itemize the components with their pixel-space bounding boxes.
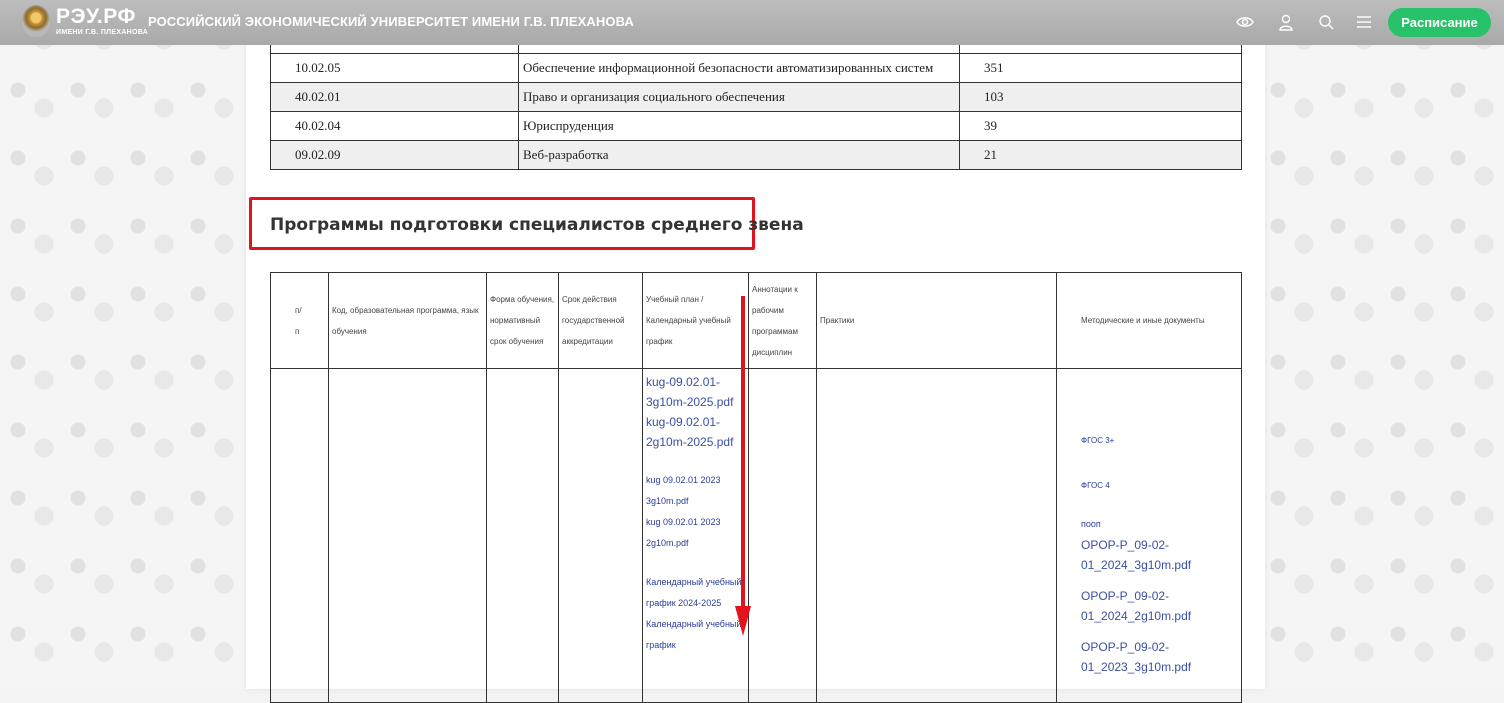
opop-link[interactable]: OPOP-P_09-02-01_2023_3g10m.pdf <box>1081 637 1199 677</box>
fgos-link[interactable]: ФГОС 3+ <box>1081 430 1231 451</box>
opop-link[interactable]: OPOP-P_09-02-01_2024_2g10m.pdf <box>1081 586 1199 626</box>
program-count: 103 <box>959 82 1242 112</box>
program-code: 10.02.05 <box>270 53 519 83</box>
section-title: Программы подготовки специалистов средне… <box>270 215 804 235</box>
program-count: 21 <box>959 140 1242 170</box>
menu-icon[interactable] <box>1355 13 1373 31</box>
program-name: Обеспечение информационной безопасности … <box>518 53 960 83</box>
plan-link[interactable]: kug 09.02.01 2023 2g10m.pdf <box>646 512 745 554</box>
header-program: Код, образовательная программа, язык обу… <box>328 272 487 369</box>
plan-link[interactable]: kug 09.02.01 2023 3g10m.pdf <box>646 470 745 512</box>
table-row: 09.02.09 Веб-разработка 21 <box>270 140 1242 170</box>
header-methodical: Методические и иные документы <box>1056 272 1242 369</box>
header-annotations: Аннотации к рабочим программам дисциплин <box>748 272 817 369</box>
table-cell <box>748 368 817 703</box>
table-header-row: п/ п Код, образовательная программа, язы… <box>270 272 1242 369</box>
header-num: п/ п <box>270 272 329 369</box>
header-practice: Практики <box>816 272 1057 369</box>
table-cell <box>558 368 643 703</box>
university-emblem-icon[interactable] <box>22 5 50 37</box>
table-row: 40.02.04 Юриспруденция 39 <box>270 111 1242 141</box>
schedule-button[interactable]: Расписание <box>1388 8 1491 37</box>
logo-subtitle: ИМЕНИ Г.В. ПЛЕХАНОВА <box>56 29 149 36</box>
table-cell <box>486 368 559 703</box>
scroll-arrow-annotation <box>735 296 751 636</box>
search-icon[interactable] <box>1317 13 1335 31</box>
header-num-a: п/ <box>295 305 302 315</box>
plan-cell: kug-09.02.01-3g10m-2025.pdf kug-09.02.01… <box>642 368 749 703</box>
header-num-b: п <box>295 326 300 336</box>
program-code: 40.02.01 <box>270 82 519 112</box>
site-header: РЭУ.РФ ИМЕНИ Г.В. ПЛЕХАНОВА РОССИЙСКИЙ Э… <box>0 0 1504 45</box>
table-cell <box>328 368 487 703</box>
program-count: 351 <box>959 53 1242 83</box>
calendar-link[interactable]: Календарный учебный график 2024-2025 <box>646 572 745 614</box>
program-name: Юриспруденция <box>518 111 960 141</box>
program-count: 39 <box>959 111 1242 141</box>
fgos-link[interactable]: ФГОС 4 <box>1081 475 1231 496</box>
logo-text[interactable]: РЭУ.РФ <box>56 6 136 28</box>
eye-icon[interactable] <box>1236 13 1254 31</box>
plan-link[interactable]: kug-09.02.01-2g10m-2025.pdf <box>646 412 745 452</box>
table-row: 40.02.01 Право и организация социального… <box>270 82 1242 112</box>
program-code: 09.02.09 <box>270 140 519 170</box>
program-name: Веб-разработка <box>518 140 960 170</box>
header-accreditation: Срок действия государственной аккредитац… <box>558 272 643 369</box>
table-cell <box>270 368 329 703</box>
header-plan: Учебный план / Календарный учебный графи… <box>642 272 749 369</box>
opop-link[interactable]: OPOP-P_09-02-01_2024_3g10m.pdf <box>1081 535 1199 575</box>
table-row: 10.02.05 Обеспечение информационной безо… <box>270 53 1242 83</box>
university-name[interactable]: РОССИЙСКИЙ ЭКОНОМИЧЕСКИЙ УНИВЕРСИТЕТ ИМЕ… <box>148 14 634 29</box>
user-icon[interactable] <box>1277 13 1295 31</box>
poop-label: пооп <box>1081 519 1101 529</box>
table-cell <box>816 368 1057 703</box>
methodical-links: ФГОС 3+ ФГОС 4 пооп OPOP-P_09-02-01_2024… <box>1081 430 1231 677</box>
calendar-link[interactable]: Календарный учебный график <box>646 614 745 656</box>
program-name: Право и организация социального обеспече… <box>518 82 960 112</box>
plan-link[interactable]: kug-09.02.01-3g10m-2025.pdf <box>646 372 745 412</box>
program-code: 40.02.04 <box>270 111 519 141</box>
header-form: Форма обучения, нормативный срок обучени… <box>486 272 559 369</box>
